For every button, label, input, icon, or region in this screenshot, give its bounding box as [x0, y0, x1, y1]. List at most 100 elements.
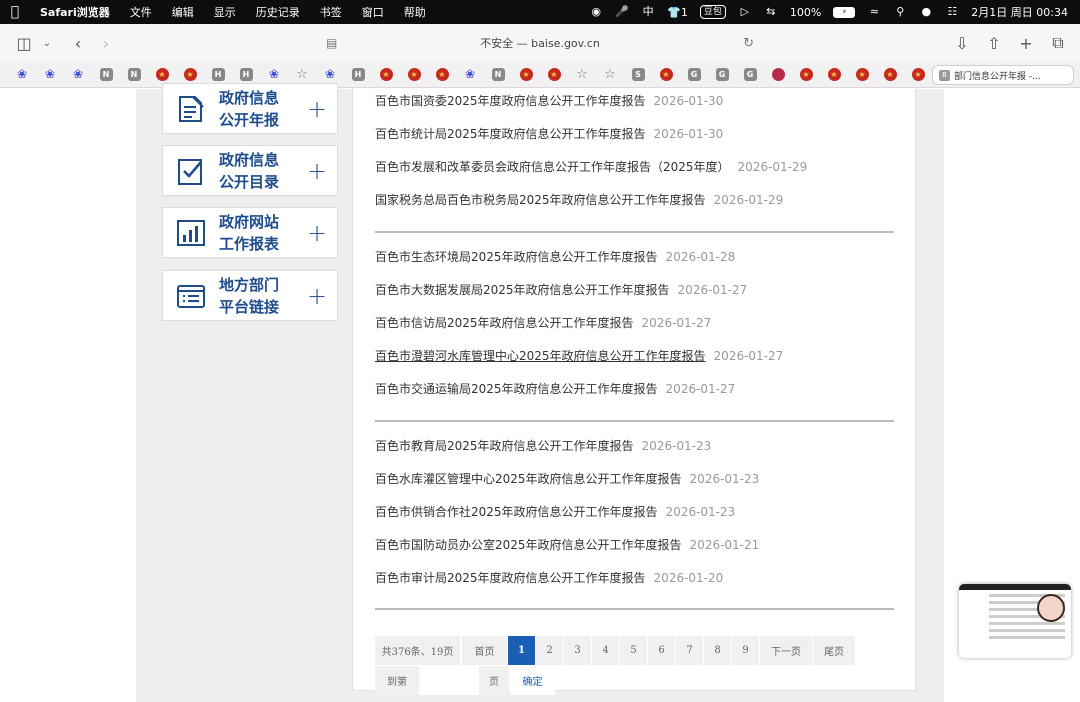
favorite-site-icon[interactable] [764, 65, 792, 85]
menu-bookmarks[interactable]: 书签 [310, 4, 352, 20]
favorite-star-icon[interactable]: ☆ [288, 65, 316, 85]
favorite-gov-emblem-icon[interactable]: ★ [540, 65, 568, 85]
pagination-page-4[interactable]: 4 [592, 636, 619, 665]
favorite-letter-icon[interactable]: H [344, 65, 372, 85]
favorite-baidu-icon[interactable]: ❀ [36, 65, 64, 85]
expand-plus-icon[interactable]: + [299, 157, 335, 185]
record-icon[interactable]: ◉ [589, 5, 603, 19]
favorite-gov-emblem-icon[interactable]: ★ [400, 65, 428, 85]
pagination-page-2[interactable]: 2 [536, 636, 563, 665]
doubao-badge[interactable]: 豆包 [699, 5, 726, 19]
sidebar-card-website-report[interactable]: 政府网站 工作报表 + [162, 207, 338, 258]
new-tab-icon[interactable]: + [1012, 29, 1040, 57]
goto-confirm-button[interactable]: 确定 [510, 666, 555, 695]
favorite-gov-emblem-icon[interactable]: ★ [148, 65, 176, 85]
report-list-item[interactable]: 百色市国防动员办公室2025年政府信息公开工作年度报告 2026-01-21 [375, 536, 759, 553]
sidebar-toggle-icon[interactable]: ◫ [10, 29, 38, 57]
menu-file[interactable]: 文件 [120, 4, 162, 20]
favorite-baidu-icon[interactable]: ❀ [316, 65, 344, 85]
report-list-item[interactable]: 百色市教育局2025年政府信息公开工作年度报告 2026-01-23 [375, 437, 711, 454]
clock[interactable]: 2月1日 周日 00:34 [971, 4, 1068, 20]
assistant-avatar[interactable] [1037, 594, 1065, 622]
report-list-item[interactable]: 百色市交通运输局2025年政府信息公开工作年度报告 2026-01-27 [375, 380, 735, 397]
wifi-icon[interactable]: ≈ [867, 5, 881, 19]
favorite-gov-emblem-icon[interactable]: ★ [512, 65, 540, 85]
menu-help[interactable]: 帮助 [394, 4, 436, 20]
report-list-item[interactable]: 百色市大数据发展局2025年政府信息公开工作年度报告 2026-01-27 [375, 281, 747, 298]
favorite-gov-emblem-icon[interactable]: ★ [652, 65, 680, 85]
report-list-item[interactable]: 百色市审计局2025年度政府信息公开工作年度报告 2026-01-20 [375, 569, 723, 586]
pagination-page-7[interactable]: 7 [676, 636, 703, 665]
siri-icon[interactable]: ● [919, 5, 933, 19]
favorite-baidu-icon[interactable]: ❀ [260, 65, 288, 85]
favorite-gov-emblem-icon[interactable]: ★ [876, 65, 904, 85]
battery-icon[interactable]: ⚡ [833, 6, 856, 18]
favorite-gov-emblem-icon[interactable]: ★ [904, 65, 932, 85]
pagination-page-1[interactable]: 1 [508, 636, 535, 665]
floating-preview-window[interactable] [959, 584, 1071, 658]
favorite-gov-emblem-icon[interactable]: ★ [792, 65, 820, 85]
page-menu-icon[interactable]: ▤ [326, 36, 337, 50]
expand-plus-icon[interactable]: + [299, 95, 335, 123]
report-list-item[interactable]: 百色水库灌区管理中心2025年政府信息公开工作年度报告 2026-01-23 [375, 470, 759, 487]
apple-icon[interactable]:  [0, 4, 30, 20]
favorite-baidu-icon[interactable]: ❀ [456, 65, 484, 85]
pagination-page-3[interactable]: 3 [564, 636, 591, 665]
chevron-down-icon[interactable]: ⌄ [38, 29, 56, 57]
input-method-icon[interactable]: 中 [641, 5, 655, 19]
tab-overview-icon[interactable]: ⧉ [1044, 29, 1072, 57]
pagination-last-button[interactable]: 尾页 [813, 636, 855, 665]
favorite-letter-icon[interactable]: H [204, 65, 232, 85]
pagination-page-5[interactable]: 5 [620, 636, 647, 665]
control-center-icon[interactable]: ☷ [945, 5, 959, 19]
reload-icon[interactable]: ↻ [743, 36, 754, 51]
favorite-letter-icon[interactable]: H [232, 65, 260, 85]
favorite-letter-icon[interactable]: G [736, 65, 764, 85]
favorite-letter-icon[interactable]: N [92, 65, 120, 85]
menu-history[interactable]: 历史记录 [246, 4, 310, 20]
pagination-page-6[interactable]: 6 [648, 636, 675, 665]
favorite-gov-emblem-icon[interactable]: ★ [820, 65, 848, 85]
favorite-gov-emblem-icon[interactable]: ★ [848, 65, 876, 85]
report-list-item[interactable]: 百色市澄碧河水库管理中心2025年政府信息公开工作年度报告 2026-01-27 [375, 347, 783, 364]
goto-page-input[interactable] [419, 666, 479, 695]
menu-view[interactable]: 显示 [204, 4, 246, 20]
sidebar-card-annual-report[interactable]: 政府信息 公开年报 + [162, 83, 338, 134]
pagination-first-button[interactable]: 首页 [462, 636, 507, 665]
favorite-letter-icon[interactable]: N [120, 65, 148, 85]
favorite-letter-icon[interactable]: G [680, 65, 708, 85]
favorite-letter-icon[interactable]: S [624, 65, 652, 85]
favorite-letter-icon[interactable]: N [484, 65, 512, 85]
active-tab[interactable]: B 部门信息公开年报 -... [932, 65, 1074, 85]
favorite-letter-icon[interactable]: G [708, 65, 736, 85]
report-list-item[interactable]: 百色市供销合作社2025年政府信息公开工作年度报告 2026-01-23 [375, 503, 735, 520]
expand-plus-icon[interactable]: + [299, 219, 335, 247]
tray-app-icon[interactable]: 👕1 [667, 6, 688, 19]
report-list-item[interactable]: 国家税务总局百色市税务局2025年政府信息公开工作年度报告 2026-01-29 [375, 191, 783, 208]
report-list-item[interactable]: 百色市生态环境局2025年政府信息公开工作年度报告 2026-01-28 [375, 248, 735, 265]
favorite-gov-emblem-icon[interactable]: ★ [176, 65, 204, 85]
forward-icon[interactable]: › [92, 29, 120, 57]
play-icon[interactable]: ▷ [738, 5, 752, 19]
menu-edit[interactable]: 编辑 [162, 4, 204, 20]
expand-plus-icon[interactable]: + [299, 282, 335, 310]
favorite-gov-emblem-icon[interactable]: ★ [372, 65, 400, 85]
pagination-page-9[interactable]: 9 [732, 636, 759, 665]
favorite-baidu-icon[interactable]: ❀ [64, 65, 92, 85]
spotlight-icon[interactable]: ⚲ [893, 5, 907, 19]
sidebar-card-catalog[interactable]: 政府信息 公开目录 + [162, 145, 338, 196]
sidebar-card-platform-links[interactable]: 地方部门 平台链接 + [162, 270, 338, 321]
share-icon[interactable]: ⇧ [980, 29, 1008, 57]
pagination-next-button[interactable]: 下一页 [760, 636, 812, 665]
pagination-page-8[interactable]: 8 [704, 636, 731, 665]
download-icon[interactable]: ⇩ [948, 29, 976, 57]
favorite-baidu-icon[interactable]: ❀ [8, 65, 36, 85]
favorite-star-icon[interactable]: ☆ [596, 65, 624, 85]
report-list-item[interactable]: 百色市信访局2025年政府信息公开工作年度报告 2026-01-27 [375, 314, 711, 331]
favorite-gov-emblem-icon[interactable]: ★ [428, 65, 456, 85]
menu-window[interactable]: 窗口 [352, 4, 394, 20]
microphone-icon[interactable]: 🎤 [615, 5, 629, 19]
sync-icon[interactable]: ⇆ [764, 5, 778, 19]
menu-app-name[interactable]: Safari浏览器 [30, 4, 120, 20]
favorite-star-icon[interactable]: ☆ [568, 65, 596, 85]
